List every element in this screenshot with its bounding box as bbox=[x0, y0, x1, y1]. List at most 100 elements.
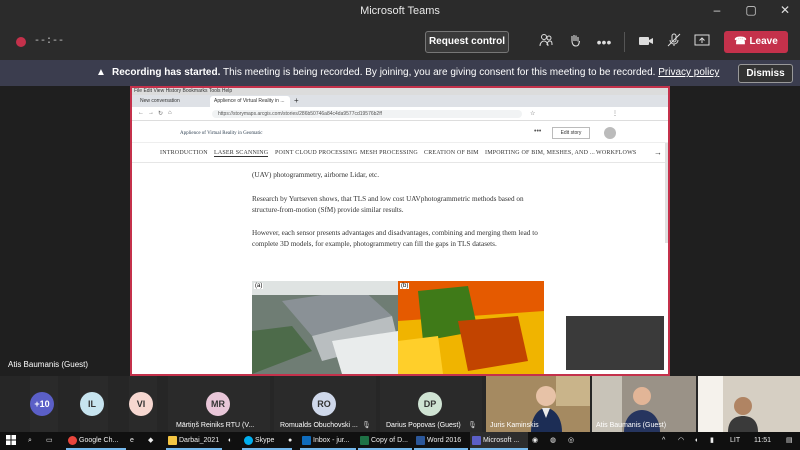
notifications-icon[interactable]: ▤ bbox=[784, 432, 796, 450]
star-icon[interactable]: ☆ bbox=[530, 110, 535, 117]
participant-name: Juris Kaminskis bbox=[490, 422, 539, 429]
nav-creation-bim[interactable]: CREATION OF BIM bbox=[424, 150, 479, 156]
story-paragraph: However, each sensor presents advantages… bbox=[252, 229, 538, 248]
nav-laser-scanning[interactable]: LASER SCANNING bbox=[214, 150, 269, 157]
nav-point-cloud[interactable]: POINT CLOUD PROCESSING bbox=[275, 150, 357, 156]
address-bar: ← → ↻ ⌂ https://storymaps.arcgis.com/sto… bbox=[132, 107, 668, 121]
search-icon[interactable]: ⌕ bbox=[26, 432, 40, 450]
participant-name: Atis Baumanis (Guest) bbox=[596, 422, 667, 429]
reload-icon[interactable]: ↻ bbox=[158, 110, 163, 117]
dropbox-icon[interactable]: ◆ bbox=[146, 432, 160, 450]
browser-tab-active[interactable]: Applience of Virtual Reality in ... bbox=[210, 96, 290, 107]
story-paragraph: Research by Yurtseven shows, that TLS an… bbox=[252, 195, 524, 214]
taskbar-label: Darbai_2021 bbox=[179, 437, 220, 444]
taskbar-folder[interactable]: Darbai_2021 bbox=[166, 432, 222, 450]
recording-banner: ▲ Recording has started. This meeting is… bbox=[0, 60, 800, 86]
nav-importing-bim[interactable]: IMPORTING OF BIM, MESHES, AND ... bbox=[485, 150, 595, 156]
leave-label: Leave bbox=[749, 36, 778, 47]
forward-icon[interactable]: → bbox=[148, 110, 154, 116]
taskbar-outlook[interactable]: Inbox - jur... bbox=[300, 432, 356, 450]
word-icon bbox=[416, 435, 425, 445]
dismiss-button[interactable]: Dismiss bbox=[738, 64, 793, 83]
banner-message: Recording has started. This meeting is b… bbox=[112, 67, 719, 78]
request-control-button[interactable]: Request control bbox=[425, 31, 509, 53]
raise-hand-icon[interactable] bbox=[565, 32, 585, 52]
app-icon[interactable]: ◉ bbox=[530, 432, 544, 450]
video-tile[interactable] bbox=[698, 376, 800, 432]
story-paragraph: (UAV) photogrammetry, airborne Lidar, et… bbox=[252, 171, 380, 179]
teams-icon bbox=[472, 435, 481, 445]
taskbar-word[interactable]: Word 2016 bbox=[414, 432, 468, 450]
tray-chevron-icon[interactable]: ^ bbox=[660, 432, 672, 450]
taskbar-label: Google Ch... bbox=[79, 437, 119, 444]
video-tile[interactable]: Juris Kaminskis bbox=[486, 376, 590, 432]
user-avatar[interactable] bbox=[604, 127, 616, 139]
url-field[interactable]: https://storymaps.arcgis.com/stories/286… bbox=[212, 110, 522, 118]
app-icon[interactable]: ● bbox=[286, 432, 300, 450]
excel-icon bbox=[360, 435, 369, 445]
app-icon[interactable]: ◐ bbox=[226, 432, 240, 450]
browser-tab[interactable]: New conversation bbox=[136, 96, 208, 107]
taskbar-excel[interactable]: Copy of D... bbox=[358, 432, 412, 450]
overflow-tile[interactable]: +10 bbox=[30, 376, 58, 432]
extensions-icon[interactable]: ⋮ bbox=[612, 110, 618, 117]
participant-name: Mārtiņš Reiniks RTU (V... bbox=[176, 422, 255, 429]
battery-icon[interactable]: ▮ bbox=[708, 432, 720, 450]
story-more-icon[interactable]: ••• bbox=[534, 128, 541, 135]
app-title: Microsoft Teams bbox=[360, 5, 440, 17]
close-window-button[interactable]: ✕ bbox=[774, 3, 796, 17]
edit-story-button[interactable]: Edit story bbox=[552, 127, 590, 139]
participant-tile[interactable]: MR Mārtiņš Reiniks RTU (V... bbox=[168, 376, 270, 432]
taskbar-chrome[interactable]: Google Ch... bbox=[66, 432, 126, 450]
taskbar-skype[interactable]: Skype bbox=[242, 432, 292, 450]
share-tray-icon[interactable] bbox=[692, 32, 712, 52]
app-icon[interactable]: ◎ bbox=[566, 432, 580, 450]
folder-icon bbox=[168, 435, 177, 445]
participant-tile[interactable]: RO Romualds Obuchovski ... 🎙 bbox=[274, 376, 376, 432]
taskbar-label: Microsoft ... bbox=[483, 437, 520, 444]
minimize-button[interactable]: – bbox=[706, 3, 728, 17]
skype-icon bbox=[244, 435, 253, 445]
leave-button[interactable]: ☎ Leave bbox=[724, 31, 788, 53]
meeting-timer: --:-- bbox=[34, 36, 65, 47]
nav-mesh-processing[interactable]: MESH PROCESSING bbox=[360, 150, 418, 156]
more-options-icon[interactable]: ••• bbox=[594, 32, 614, 52]
presenter-name: Atis Baumanis (Guest) bbox=[8, 360, 89, 369]
image-label-a: (a) bbox=[254, 283, 264, 289]
participants-icon[interactable] bbox=[536, 32, 556, 52]
nav-introduction[interactable]: INTRODUCTION bbox=[160, 150, 208, 156]
home-icon[interactable]: ⌂ bbox=[168, 110, 172, 116]
participant-tile[interactable]: DP Darius Popovas (Guest) 🎙 bbox=[380, 376, 482, 432]
participant-tile[interactable]: VI bbox=[129, 376, 157, 432]
photogrammetry-image: (a) bbox=[252, 281, 398, 374]
mic-muted-icon[interactable] bbox=[664, 32, 684, 52]
participant-tile[interactable]: IL bbox=[80, 376, 108, 432]
nav-workflows[interactable]: WORKFLOWS bbox=[596, 150, 636, 156]
video-tile[interactable]: Atis Baumanis (Guest) bbox=[592, 376, 696, 432]
participant-avatar: VI bbox=[129, 392, 153, 416]
banner-text: This meeting is being recorded. By joini… bbox=[222, 67, 656, 78]
back-icon[interactable]: ← bbox=[138, 110, 144, 116]
edge-icon[interactable]: e bbox=[128, 432, 142, 450]
taskbar-teams[interactable]: Microsoft ... bbox=[470, 432, 528, 450]
task-view-icon[interactable]: ▭ bbox=[44, 432, 58, 450]
taskbar-label: Word 2016 bbox=[427, 437, 462, 444]
taskbar-label: Inbox - jur... bbox=[313, 437, 350, 444]
privacy-policy-link[interactable]: Privacy policy bbox=[658, 67, 719, 78]
start-icon[interactable] bbox=[4, 432, 20, 450]
new-tab-icon[interactable]: + bbox=[294, 96, 299, 105]
outlook-icon bbox=[302, 435, 311, 445]
app-icon[interactable]: ◍ bbox=[548, 432, 562, 450]
mic-off-icon: 🎙 bbox=[362, 422, 371, 429]
banner-bold: Recording has started. bbox=[112, 67, 221, 78]
language-indicator[interactable]: LIT bbox=[728, 432, 744, 450]
volume-icon[interactable]: ◖ bbox=[692, 432, 704, 450]
participant-avatar: IL bbox=[80, 392, 104, 416]
nav-next-arrow-icon[interactable]: → bbox=[654, 148, 662, 157]
toolbar-divider bbox=[624, 32, 625, 52]
wifi-icon[interactable]: ◠ bbox=[676, 432, 688, 450]
clock[interactable]: 11:51 bbox=[752, 432, 778, 450]
scrollbar[interactable] bbox=[665, 143, 668, 243]
camera-icon[interactable] bbox=[636, 32, 656, 52]
maximize-button[interactable]: ▢ bbox=[740, 3, 762, 17]
